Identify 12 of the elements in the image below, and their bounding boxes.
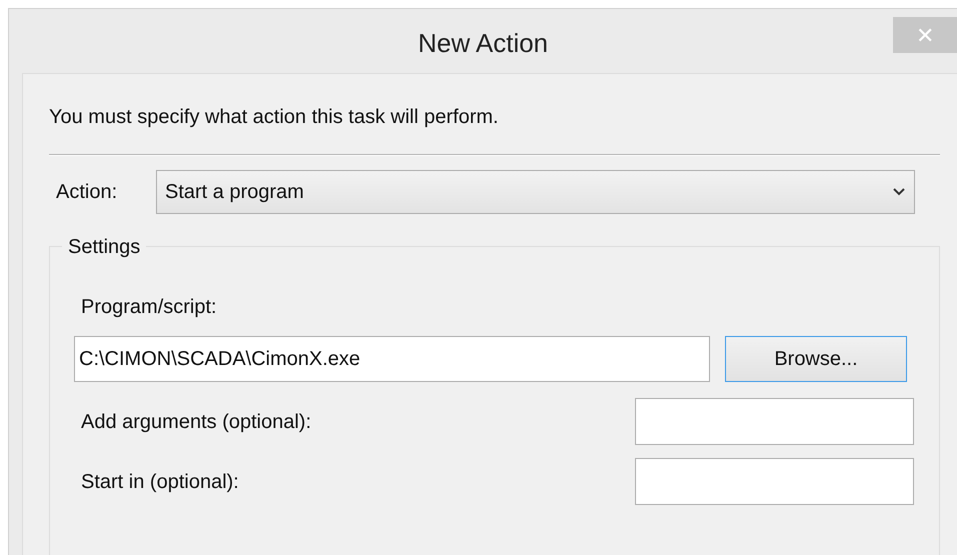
program-label: Program/script: xyxy=(80,295,218,320)
field-label: Add arguments (optional): xyxy=(81,410,312,434)
program-field[interactable]: C:\CIMON\SCADA\CimonX.exe xyxy=(74,336,710,382)
action-dropdown[interactable]: Start a program xyxy=(156,170,915,214)
field-label: Start in (optional): xyxy=(81,470,239,494)
action-label: Action: xyxy=(56,180,118,205)
instruction-text: You must specify what action this task will perform. xyxy=(49,105,500,130)
window-title: New Action xyxy=(418,26,548,60)
text-field[interactable] xyxy=(635,458,914,505)
chevron-down-icon xyxy=(892,187,906,197)
browse-button[interactable]: Browse... xyxy=(725,336,907,382)
text-field[interactable] xyxy=(635,398,914,445)
